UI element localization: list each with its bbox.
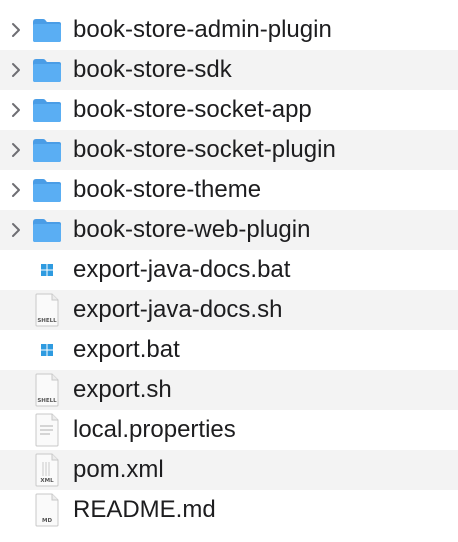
file-list: book-store-admin-plugin book-store-sdk b… (0, 0, 458, 542)
disclosure-chevron-icon[interactable] (9, 62, 23, 78)
folder-icon (30, 213, 64, 247)
folder-row[interactable]: book-store-socket-app (0, 90, 458, 130)
file-type-badge: MD (42, 518, 52, 524)
xml-file-icon: XML (30, 453, 64, 487)
folder-icon (30, 133, 64, 167)
file-row[interactable]: XML pom.xml (0, 450, 458, 490)
file-row[interactable]: SHELL export-java-docs.sh (0, 290, 458, 330)
markdown-file-icon: MD (30, 493, 64, 527)
item-name-label: book-store-web-plugin (73, 216, 311, 243)
folder-icon (30, 53, 64, 87)
folder-icon (30, 13, 64, 47)
file-row[interactable]: export-java-docs.bat (0, 250, 458, 290)
item-name-label: book-store-socket-app (73, 96, 312, 123)
disclosure-chevron-icon[interactable] (9, 182, 23, 198)
item-name-label: book-store-admin-plugin (73, 16, 332, 43)
item-name-label: book-store-theme (73, 176, 262, 203)
folder-row[interactable]: book-store-socket-plugin (0, 130, 458, 170)
windows-batch-file-icon (30, 333, 64, 367)
file-row[interactable]: MD README.md (0, 490, 458, 530)
file-type-badge: SHELL (37, 318, 57, 324)
item-name-label: README.md (73, 496, 216, 523)
file-row[interactable]: SHELL export.sh (0, 370, 458, 410)
folder-row[interactable]: book-store-admin-plugin (0, 10, 458, 50)
file-type-badge: XML (40, 478, 54, 484)
disclosure-chevron-icon[interactable] (9, 102, 23, 118)
item-name-label: local.properties (73, 416, 236, 443)
folder-icon (30, 93, 64, 127)
folder-row[interactable]: book-store-sdk (0, 50, 458, 90)
file-row[interactable]: local.properties (0, 410, 458, 450)
disclosure-chevron-icon[interactable] (9, 22, 23, 38)
disclosure-chevron-icon[interactable] (9, 142, 23, 158)
shell-script-file-icon: SHELL (30, 373, 64, 407)
disclosure-chevron-icon[interactable] (9, 222, 23, 238)
item-name-label: export-java-docs.bat (73, 256, 291, 283)
folder-row[interactable]: book-store-web-plugin (0, 210, 458, 250)
file-type-badge: SHELL (37, 398, 57, 404)
folder-icon (30, 173, 64, 207)
item-name-label: export.bat (73, 336, 180, 363)
item-name-label: book-store-socket-plugin (73, 136, 336, 163)
text-file-icon (30, 413, 64, 447)
item-name-label: pom.xml (73, 456, 164, 483)
item-name-label: book-store-sdk (73, 56, 232, 83)
windows-batch-file-icon (30, 253, 64, 287)
item-name-label: export.sh (73, 376, 172, 403)
item-name-label: export-java-docs.sh (73, 296, 283, 323)
shell-script-file-icon: SHELL (30, 293, 64, 327)
folder-row[interactable]: book-store-theme (0, 170, 458, 210)
file-row[interactable]: export.bat (0, 330, 458, 370)
